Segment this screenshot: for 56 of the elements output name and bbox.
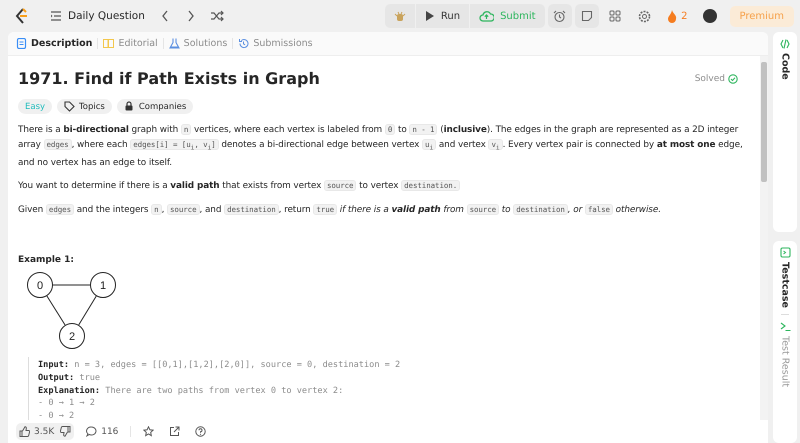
graph-node: 0 xyxy=(27,272,53,298)
graph-node: 2 xyxy=(59,323,85,349)
history-icon xyxy=(238,38,250,49)
graph-node: 1 xyxy=(90,272,116,298)
bug-icon xyxy=(394,10,406,22)
tag-chip[interactable]: Topics xyxy=(57,99,112,114)
check-circle-icon xyxy=(728,74,738,84)
flame-icon xyxy=(667,10,678,22)
timer-button[interactable] xyxy=(548,4,572,28)
shuffle-icon xyxy=(210,10,224,22)
alarm-clock-icon xyxy=(553,10,566,22)
example-line: Explanation: There are two paths from vertex 0 to vertex 2: xyxy=(38,384,344,398)
note-button[interactable] xyxy=(574,4,599,28)
code-icon xyxy=(780,38,790,50)
terminal-icon xyxy=(780,321,790,332)
book-icon xyxy=(103,38,114,49)
comments-button[interactable]: 116 xyxy=(83,423,122,440)
play-icon xyxy=(424,11,435,21)
avatar[interactable] xyxy=(702,9,716,23)
note-icon xyxy=(580,10,593,22)
tag-icon xyxy=(64,101,76,112)
chevron-left-icon xyxy=(160,10,169,22)
lock-icon xyxy=(124,101,135,112)
example-line: Input: n = 3, edges = [[0,1],[1,2],[2,0]], source = 0, destination = 2 xyxy=(38,359,402,372)
solved-status: Solved xyxy=(694,74,725,84)
grid-icon xyxy=(609,10,622,22)
example-line: Output: true xyxy=(38,372,102,385)
problem-title: 1971. Find if Path Exists in Graph xyxy=(18,69,320,88)
scrollbar[interactable] xyxy=(760,56,768,420)
comment-icon xyxy=(86,426,98,437)
thumbs-up-icon xyxy=(19,426,30,437)
chevron-right-icon xyxy=(186,10,195,22)
graph-edge xyxy=(46,296,66,326)
example-line: - 0 → 1 → 2 xyxy=(38,397,96,410)
cloud-upload-icon xyxy=(479,10,494,22)
example-heading: Example 1: xyxy=(18,255,76,265)
side-tab[interactable]: Testcase xyxy=(780,247,790,308)
problem-list-button[interactable]: Daily Question xyxy=(48,7,147,25)
graph-edge xyxy=(78,296,97,326)
thumbs-down-icon xyxy=(60,426,72,437)
code-panel-tab[interactable]: Code xyxy=(773,32,797,232)
list-icon xyxy=(50,11,62,21)
run-button[interactable]: Run xyxy=(416,4,470,28)
star-icon xyxy=(143,426,154,437)
flask-icon xyxy=(168,38,180,49)
checkbox-icon xyxy=(780,247,790,258)
help-icon xyxy=(195,426,206,437)
tag-chip[interactable]: Companies xyxy=(116,99,194,114)
settings-icon xyxy=(638,10,651,22)
logo-icon[interactable] xyxy=(14,8,28,24)
share-icon xyxy=(169,426,180,437)
difficulty-badge: Easy xyxy=(18,99,52,114)
tab[interactable]: Description xyxy=(16,36,92,51)
example-line: - 0 → 2 xyxy=(38,410,76,420)
graph-edge xyxy=(52,284,90,286)
document-icon xyxy=(16,38,27,49)
